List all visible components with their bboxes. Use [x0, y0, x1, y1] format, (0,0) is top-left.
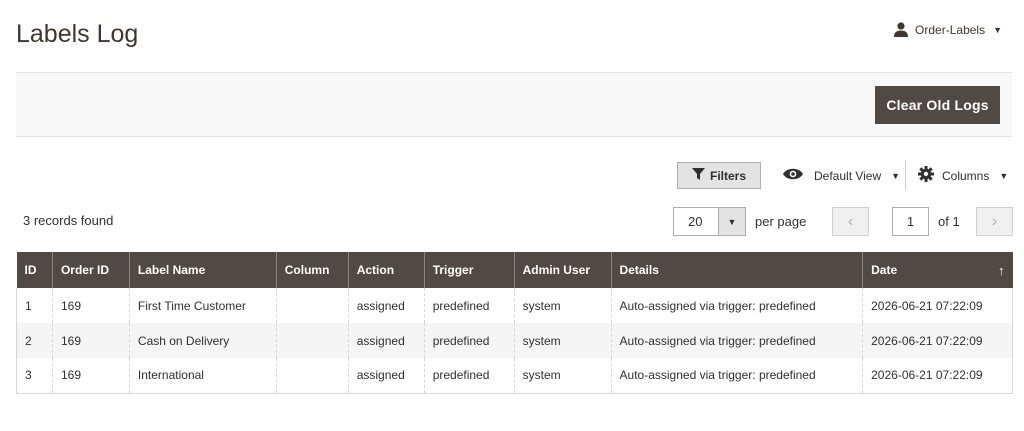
clear-old-logs-button[interactable]: Clear Old Logs	[875, 86, 1000, 124]
cell-action: assigned	[347, 323, 425, 358]
column-header-order-id[interactable]: Order ID	[51, 252, 130, 288]
table-row[interactable]: 3 169 International assigned predefined …	[16, 358, 1013, 394]
date-header-label: Date	[871, 262, 898, 277]
cell-id: 2	[16, 323, 53, 358]
cell-date: 2026-06-21 07:22:09	[862, 323, 1013, 358]
per-page-select[interactable]: 20 ▼	[673, 207, 746, 236]
cell-label-name: International	[128, 358, 277, 394]
cell-id: 3	[16, 358, 53, 394]
cell-id: 1	[16, 288, 53, 323]
page: Labels Log Order-Labels ▼ Clear Old Logs…	[0, 0, 1024, 431]
cell-column	[275, 288, 349, 323]
cell-date: 2026-06-21 07:22:09	[862, 288, 1013, 323]
columns-control[interactable]: Columns ▼	[918, 162, 1008, 189]
table-row[interactable]: 2 169 Cash on Delivery assigned predefin…	[16, 323, 1013, 358]
filters-label: Filters	[709, 168, 746, 183]
chevron-left-icon: ‹	[847, 212, 854, 230]
cell-column	[275, 323, 349, 358]
cell-trigger: predefined	[423, 358, 515, 394]
cell-date: 2026-06-21 07:22:09	[862, 358, 1013, 394]
cell-admin-user: system	[513, 358, 612, 394]
previous-page-button[interactable]: ‹	[832, 207, 869, 236]
column-header-label-name[interactable]: Label Name	[128, 252, 277, 288]
cell-trigger: predefined	[423, 288, 515, 323]
labels-log-table: ID Order ID Label Name Column Action Tri…	[16, 252, 1013, 394]
cell-admin-user: system	[513, 323, 612, 358]
page-number-input[interactable]	[892, 207, 929, 236]
column-header-column[interactable]: Column	[275, 252, 349, 288]
chevron-down-icon: ▼	[891, 170, 901, 181]
columns-label: Columns	[942, 168, 990, 183]
next-page-button[interactable]: ›	[976, 207, 1013, 236]
page-actions-bar: Clear Old Logs	[16, 72, 1012, 137]
per-page-value: 20	[688, 214, 703, 229]
column-header-id[interactable]: ID	[16, 252, 53, 288]
filters-button[interactable]: Filters	[677, 162, 761, 189]
chevron-down-icon: ▼	[999, 170, 1009, 181]
cell-order-id: 169	[51, 323, 130, 358]
page-title: Labels Log	[16, 20, 139, 48]
chevron-down-icon: ▼	[993, 24, 1002, 35]
user-icon	[893, 22, 909, 37]
toolbar-divider	[905, 160, 906, 190]
cell-label-name: Cash on Delivery	[128, 323, 277, 358]
cell-label-name: First Time Customer	[128, 288, 277, 323]
table-row[interactable]: 1 169 First Time Customer assigned prede…	[16, 288, 1013, 323]
column-header-action[interactable]: Action	[347, 252, 425, 288]
user-account-menu[interactable]: Order-Labels ▼	[893, 22, 1002, 37]
page-total: of 1	[938, 214, 960, 229]
column-header-trigger[interactable]: Trigger	[423, 252, 515, 288]
per-page-label: per page	[755, 214, 807, 229]
cell-details: Auto-assigned via trigger: predefined	[610, 288, 863, 323]
cell-column	[275, 358, 349, 394]
chevron-right-icon: ›	[991, 212, 998, 230]
cell-details: Auto-assigned via trigger: predefined	[610, 358, 863, 394]
column-header-date[interactable]: Date ↑	[862, 252, 1013, 288]
sort-ascending-icon: ↑	[998, 262, 1005, 278]
table-header-row: ID Order ID Label Name Column Action Tri…	[16, 252, 1013, 288]
eye-icon	[783, 168, 803, 183]
cell-details: Auto-assigned via trigger: predefined	[610, 323, 863, 358]
view-label: Default View	[814, 168, 882, 183]
column-header-admin-user[interactable]: Admin User	[513, 252, 612, 288]
cell-action: assigned	[347, 288, 425, 323]
cell-action: assigned	[347, 358, 425, 394]
chevron-down-icon[interactable]: ▼	[718, 208, 745, 235]
cell-admin-user: system	[513, 288, 612, 323]
records-found: 3 records found	[23, 213, 114, 228]
cell-order-id: 169	[51, 358, 130, 394]
cell-order-id: 169	[51, 288, 130, 323]
gear-icon	[918, 166, 934, 185]
column-header-details[interactable]: Details	[610, 252, 863, 288]
filter-icon	[691, 168, 705, 183]
view-switcher[interactable]: Default View ▼	[783, 162, 900, 189]
cell-trigger: predefined	[423, 323, 515, 358]
user-name: Order-Labels	[915, 22, 986, 37]
